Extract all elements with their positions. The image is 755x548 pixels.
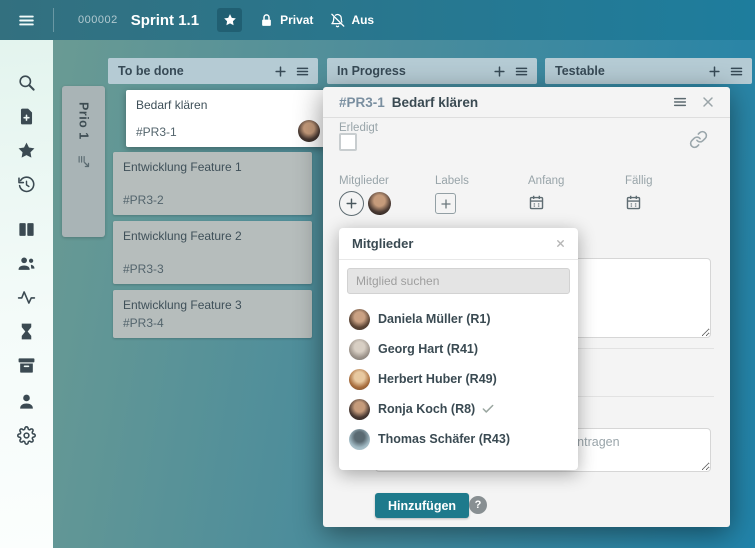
card[interactable]: Entwicklung Feature 3 #PR3-4	[113, 290, 312, 338]
add-comment-button[interactable]: Hinzufügen	[375, 493, 469, 518]
topbar: 000002 Sprint 1.1 Privat Aus	[0, 0, 755, 40]
column-header[interactable]: In Progress	[327, 58, 537, 84]
done-checkbox[interactable]	[339, 133, 357, 151]
user-icon[interactable]	[17, 391, 37, 411]
privacy-toggle[interactable]: Privat	[259, 13, 313, 28]
add-label-button[interactable]	[435, 193, 456, 214]
help-icon[interactable]: ?	[469, 496, 487, 514]
column-header[interactable]: To be done	[108, 58, 318, 84]
link-icon[interactable]	[689, 130, 708, 149]
plus-icon	[345, 197, 358, 210]
topbar-divider	[53, 8, 54, 32]
member-avatar	[349, 429, 370, 450]
plus-icon	[440, 198, 452, 210]
star-icon	[223, 13, 237, 27]
member-search-input[interactable]	[347, 268, 570, 294]
card[interactable]: Entwicklung Feature 2 #PR3-3	[113, 221, 312, 284]
column-menu-icon[interactable]	[294, 63, 311, 80]
card-title: Entwicklung Feature 2	[123, 229, 242, 243]
star-icon[interactable]	[17, 140, 37, 160]
swimlane-label: Prio 1	[77, 102, 91, 140]
card[interactable]: Bedarf klären #PR3-1	[126, 90, 325, 147]
member-avatar	[349, 309, 370, 330]
users-icon[interactable]	[17, 253, 37, 273]
member-list-item[interactable]: Daniela Müller (R1)	[339, 304, 578, 334]
board-title: Sprint 1.1	[131, 12, 199, 29]
member-list-item[interactable]: Herbert Huber (R49)	[339, 364, 578, 394]
add-card-icon[interactable]	[272, 63, 289, 80]
member-list-item[interactable]: Ronja Koch (R8)	[339, 394, 578, 424]
task-modal-header: #PR3-1 Bedarf klären	[323, 87, 730, 118]
menu-icon[interactable]	[0, 0, 53, 40]
assignee-avatar[interactable]	[368, 192, 391, 215]
card-title: Entwicklung Feature 3	[123, 298, 242, 312]
due-date-calendar-icon[interactable]	[625, 194, 642, 211]
start-label: Anfang	[528, 175, 564, 187]
history-icon[interactable]	[17, 174, 37, 194]
task-title: Bedarf klären	[392, 95, 662, 110]
column-title: Testable	[555, 64, 701, 78]
members-popup-title: Mitglieder	[352, 236, 552, 251]
card-id: #PR3-1	[136, 125, 177, 139]
search-icon[interactable]	[17, 72, 37, 92]
member-list-item[interactable]: Thomas Schäfer (R43)	[339, 424, 578, 454]
task-close-icon[interactable]	[698, 92, 718, 112]
bell-off-icon	[330, 13, 345, 28]
member-avatar	[349, 399, 370, 420]
gear-icon[interactable]	[17, 425, 37, 445]
board-columns-icon[interactable]	[17, 219, 37, 239]
card-id: #PR3-2	[123, 193, 164, 207]
add-member-button[interactable]	[339, 191, 364, 216]
member-list: Daniela Müller (R1) Georg Hart (R41) Herbe…	[339, 304, 578, 454]
archive-icon[interactable]	[17, 355, 37, 375]
notifications-toggle[interactable]: Aus	[330, 13, 374, 28]
notifications-label: Aus	[351, 13, 374, 27]
members-label: Mitglieder	[339, 175, 389, 187]
card-assignee-avatar	[298, 120, 320, 142]
privacy-label: Privat	[280, 13, 313, 27]
members-popup: Mitglieder Daniela Müller (R1) Georg Hart…	[339, 228, 578, 470]
member-name: Georg Hart (R41)	[378, 342, 478, 356]
collapse-icon	[76, 154, 91, 169]
favorite-button[interactable]	[217, 8, 242, 32]
task-menu-icon[interactable]	[670, 92, 690, 112]
card-id: #PR3-4	[123, 316, 164, 330]
popup-close-icon[interactable]	[552, 236, 568, 252]
add-card-icon[interactable]	[491, 63, 508, 80]
column-title: In Progress	[337, 64, 486, 78]
swimlane-prio-1[interactable]: Prio 1	[62, 86, 105, 237]
kanban-app: 000002 Sprint 1.1 Privat Aus Prio 1 To b…	[0, 0, 755, 548]
board-id: 000002	[78, 14, 118, 26]
card-title: Entwicklung Feature 1	[123, 160, 242, 174]
file-plus-icon[interactable]	[17, 106, 37, 126]
column-title: To be done	[118, 64, 267, 78]
card-id: #PR3-3	[123, 262, 164, 276]
card-title: Bedarf klären	[136, 98, 207, 112]
labels-label: Labels	[435, 175, 469, 187]
column-header[interactable]: Testable	[545, 58, 752, 84]
due-label: Fällig	[625, 175, 652, 187]
member-avatar	[349, 369, 370, 390]
lock-icon	[259, 13, 274, 28]
member-name: Daniela Müller (R1)	[378, 312, 491, 326]
check-icon	[481, 402, 495, 416]
members-popup-header: Mitglieder	[339, 228, 578, 260]
hourglass-icon[interactable]	[17, 321, 37, 341]
member-name: Thomas Schäfer (R43)	[378, 432, 510, 446]
start-date-calendar-icon[interactable]	[528, 194, 545, 211]
column-menu-icon[interactable]	[513, 63, 530, 80]
member-list-item[interactable]: Georg Hart (R41)	[339, 334, 578, 364]
member-name: Ronja Koch (R8)	[378, 402, 475, 416]
member-name: Herbert Huber (R49)	[378, 372, 497, 386]
activity-icon[interactable]	[17, 287, 37, 307]
member-avatar	[349, 339, 370, 360]
task-id: #PR3-1	[339, 95, 385, 110]
sidebar	[0, 40, 53, 548]
add-card-icon[interactable]	[706, 63, 723, 80]
card[interactable]: Entwicklung Feature 1 #PR3-2	[113, 152, 312, 215]
column-menu-icon[interactable]	[728, 63, 745, 80]
